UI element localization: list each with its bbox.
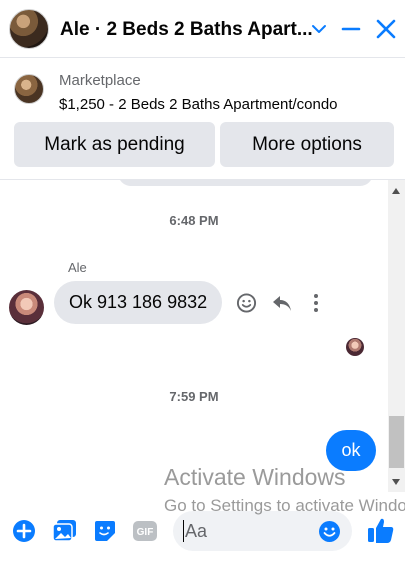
react-emoji-icon[interactable]: [236, 292, 257, 314]
incoming-message[interactable]: Ok 913 186 9832: [54, 281, 223, 324]
outgoing-message[interactable]: ok: [326, 430, 376, 471]
message-input-placeholder: Aa: [185, 521, 208, 541]
chevron-down-icon[interactable]: [310, 18, 328, 40]
scroll-up-icon[interactable]: [392, 188, 400, 194]
sender-avatar[interactable]: [9, 290, 44, 325]
chat-header: Ale · 2 Beds 2 Baths Apart...: [0, 0, 405, 58]
reply-icon[interactable]: [271, 292, 293, 314]
timestamp: 7:59 PM: [169, 389, 219, 404]
contact-avatar[interactable]: [9, 9, 49, 49]
gif-icon[interactable]: GIF: [133, 519, 157, 543]
scrollbar[interactable]: [388, 180, 405, 492]
message-composer: GIF Aa: [0, 510, 405, 565]
photo-icon[interactable]: [52, 519, 77, 543]
timestamp: 6:48 PM: [169, 213, 219, 228]
plus-icon[interactable]: [12, 519, 36, 543]
listing-title[interactable]: $1,250 - 2 Beds 2 Baths Apartment/condo: [59, 96, 338, 113]
svg-text:GIF: GIF: [137, 527, 154, 538]
minimize-icon[interactable]: [341, 18, 361, 40]
seen-avatar: [346, 338, 364, 356]
previous-message-bubble: [118, 180, 373, 186]
sender-name: Ale: [68, 260, 87, 275]
mark-as-pending-button[interactable]: Mark as pending: [14, 122, 215, 167]
more-options-button[interactable]: More options: [220, 122, 394, 167]
scroll-down-icon[interactable]: [392, 479, 400, 485]
like-icon[interactable]: [367, 516, 395, 544]
text-cursor: [183, 520, 184, 542]
message-list[interactable]: 6:48 PM Ale Ok 913 186 9832 7:59 PM ok: [0, 180, 388, 510]
scrollbar-thumb[interactable]: [389, 416, 404, 468]
emoji-icon[interactable]: [318, 520, 341, 543]
marketplace-label: Marketplace: [59, 72, 141, 89]
marketplace-card: Marketplace $1,250 - 2 Beds 2 Baths Apar…: [0, 58, 405, 180]
more-vertical-icon[interactable]: [306, 292, 326, 314]
sticker-icon[interactable]: [93, 519, 117, 543]
listing-thumbnail[interactable]: [14, 74, 44, 104]
chat-title[interactable]: Ale · 2 Beds 2 Baths Apart...: [60, 19, 313, 41]
message-input[interactable]: Aa: [173, 511, 352, 551]
close-icon[interactable]: [375, 18, 397, 40]
